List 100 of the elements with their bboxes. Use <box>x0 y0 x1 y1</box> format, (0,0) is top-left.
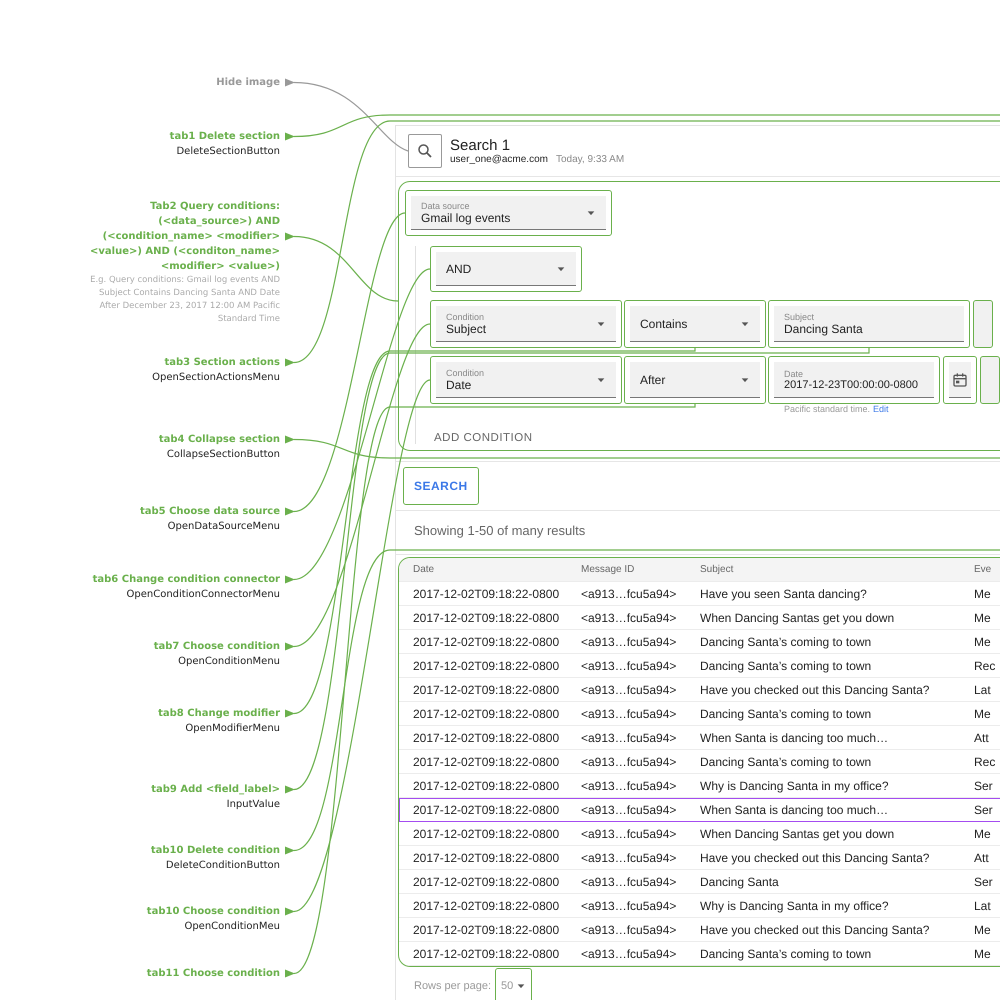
column-header: Message ID <box>581 564 636 575</box>
field-value: After <box>640 372 666 386</box>
table-row[interactable]: 2017-12-02T09:18:22-0800 <a913…fcu5a94> Why is Dancing Santa in my office? Lat <box>399 894 1000 918</box>
table-row[interactable]: 2017-12-02T09:18:22-0800 <a913…fcu5a94> Have you seen Santa dancing? Me <box>399 582 1000 606</box>
field-value: Date <box>446 378 472 392</box>
table-cell: Ser <box>974 874 993 888</box>
annotation-title: tab1 Delete section <box>168 130 280 144</box>
table-cell-text: 2017-12-02T09:18:22-0800 <box>412 634 560 648</box>
search-title: Search 1 <box>450 137 512 154</box>
table-row[interactable]: 2017-12-02T09:18:22-0800 <a913…fcu5a94> When Dancing Santas get you down Me <box>399 606 1000 630</box>
table-row[interactable]: 2017-12-02T09:18:22-0800 <a913…fcu5a94> Dancing Santa’s coming to town Me <box>399 702 1000 726</box>
table-cell-text: Have you checked out this Dancing Santa? <box>700 850 930 864</box>
table-cell-text: 2017-12-02T09:18:22-0800 <box>412 826 560 840</box>
table-cell: Att <box>974 850 989 864</box>
annotation-code: OpenConditionMeu <box>183 920 280 934</box>
table-cell-text: <a913…fcu5a94> <box>581 850 678 864</box>
table-cell-text: 2017-12-02T09:18:22-0800 <box>412 706 560 720</box>
table-cell: Lat <box>974 898 991 912</box>
table-row[interactable]: 2017-12-02T09:18:22-0800 <a913…fcu5a94> When Santa is dancing too much… Ser <box>399 798 1000 822</box>
table-cell-text: Why is Dancing Santa in my office? <box>700 898 890 912</box>
annotation-label: Hide image <box>215 76 280 90</box>
annotation-code: InputValue <box>226 798 280 812</box>
field-label: Condition <box>446 312 486 322</box>
column-header: Eve <box>974 564 992 575</box>
annotation-title: tab6 Change condition connector <box>92 573 280 587</box>
table-cell-text: <a913…fcu5a94> <box>581 586 678 600</box>
table-cell-text: <a913…fcu5a94> <box>581 898 678 912</box>
table-cell-text: Why is Dancing Santa in my office? <box>700 778 890 792</box>
annotation-title: tab9 Add <field_label> <box>150 783 280 797</box>
table-cell-text: <a913…fcu5a94> <box>581 922 678 936</box>
field-label: Subject <box>784 312 816 322</box>
table-row[interactable]: 2017-12-02T09:18:22-0800 <a913…fcu5a94> Have you checked out this Dancing Santa? Lat <box>399 678 1000 702</box>
table-cell-text: 2017-12-02T09:18:22-0800 <box>412 850 560 864</box>
annotation-title: tab7 Choose condition <box>152 640 280 654</box>
rows-per-page-label: Rows per page: <box>414 980 492 992</box>
condition-dropdown[interactable]: Condition Date <box>436 362 616 398</box>
table-cell-text: <a913…fcu5a94> <box>581 682 678 696</box>
table-cell-text: <a913…fcu5a94> <box>581 826 678 840</box>
table-cell-text: 2017-12-02T09:18:22-0800 <box>412 874 560 888</box>
table-cell: Me <box>974 706 991 720</box>
table-cell-text: When Dancing Santas get you down <box>700 610 896 624</box>
table-cell-text: <a913…fcu5a94> <box>581 874 678 888</box>
table-cell-text: When Santa is dancing too much… <box>700 802 890 816</box>
table-cell-text: 2017-12-02T09:18:22-0800 <box>412 730 560 744</box>
modifier-dropdown[interactable]: Contains <box>630 306 760 342</box>
calendar-button[interactable] <box>949 362 971 398</box>
field-label: Condition <box>446 368 484 378</box>
table-row[interactable]: 2017-12-02T09:18:22-0800 <a913…fcu5a94> Why is Dancing Santa in my office? Ser <box>399 774 1000 798</box>
table-cell: Me <box>974 634 991 648</box>
table-cell-text: 2017-12-02T09:18:22-0800 <box>412 802 560 816</box>
modifier-dropdown[interactable]: After <box>630 362 760 398</box>
annotation-code: CollapseSectionButton <box>166 448 280 462</box>
condition-dropdown[interactable]: Condition Subject <box>436 306 616 342</box>
table-cell-text: <a913…fcu5a94> <box>581 706 678 720</box>
value-field[interactable]: Subject Dancing Santa <box>774 306 964 342</box>
table-row[interactable]: 2017-12-02T09:18:22-0800 <a913…fcu5a94> Dancing Santa’s coming to town Rec <box>399 654 1000 678</box>
table-cell-text: 2017-12-02T09:18:22-0800 <box>412 754 560 768</box>
edit-link[interactable]: Edit <box>873 404 889 414</box>
table-cell: Me <box>974 946 991 960</box>
table-cell-text: 2017-12-02T09:18:22-0800 <box>412 682 560 696</box>
timezone-hint: Pacific standard time. <box>784 404 870 414</box>
table-row[interactable]: 2017-12-02T09:18:22-0800 <a913…fcu5a94> Dancing Santa’s coming to town Me <box>399 630 1000 654</box>
column-header: Date <box>412 564 436 575</box>
annotation-title: tab4 Collapse section <box>158 433 280 447</box>
table-cell-text: <a913…fcu5a94> <box>581 778 678 792</box>
annotation-code: OpenConditionMenu <box>177 655 280 669</box>
table-cell: Att <box>974 730 989 744</box>
search-button[interactable]: SEARCH <box>403 467 479 505</box>
add-condition-button[interactable]: ADD CONDITION <box>430 422 536 444</box>
data-source-dropdown[interactable]: Data source Gmail log events <box>411 196 606 230</box>
table-cell-text: 2017-12-02T09:18:22-0800 <box>412 946 560 960</box>
results-summary: Showing 1-50 of many results <box>396 511 1000 555</box>
annotation-code: OpenConditionConnectorMenu <box>126 588 280 602</box>
table-row[interactable]: 2017-12-02T09:18:22-0800 <a913…fcu5a94> When Santa is dancing too much… Att <box>399 726 1000 750</box>
field-value: Dancing Santa <box>784 322 863 336</box>
table-cell: Rec <box>974 754 996 768</box>
annotation-title: tab3 Section actions <box>163 356 280 370</box>
table-row[interactable]: 2017-12-02T09:18:22-0800 <a913…fcu5a94> Dancing Santa Ser <box>399 870 1000 894</box>
connector-dropdown[interactable]: AND <box>436 252 576 286</box>
table-row[interactable]: 2017-12-02T09:18:22-0800 <a913…fcu5a94> When Dancing Santas get you down Me <box>399 822 1000 846</box>
table-cell: Me <box>974 610 991 624</box>
annotation-code: DeleteSectionButton <box>175 145 280 159</box>
table-cell: Me <box>974 586 991 600</box>
annotation-title: Tab2 Query conditions: (<data_source>) AND (<condition_name> <modifier> <value>) AND (<conditon_name> <modifier> <value>) <box>89 200 280 274</box>
table-cell-text: <a913…fcu5a94> <box>581 730 678 744</box>
search-button[interactable] <box>408 134 442 168</box>
calendar-icon <box>952 372 968 388</box>
table-row[interactable]: 2017-12-02T09:18:22-0800 <a913…fcu5a94> Have you checked out this Dancing Santa? Att <box>399 846 1000 870</box>
table-cell-text: When Dancing Santas get you down <box>700 826 896 840</box>
table-row[interactable]: 2017-12-02T09:18:22-0800 <a913…fcu5a94> Dancing Santa’s coming to town Rec <box>399 750 1000 774</box>
table-cell-text: <a913…fcu5a94> <box>581 658 678 672</box>
annotation-code: OpenSectionActionsMenu <box>151 371 280 385</box>
table-cell-text: 2017-12-02T09:18:22-0800 <box>412 922 560 936</box>
value-field[interactable]: Date 2017-12-23T00:00:00-0800 <box>774 362 934 398</box>
table-cell-text: 2017-12-02T09:18:22-0800 <box>412 658 560 672</box>
field-value: Gmail log events <box>421 210 510 224</box>
annotation-code: OpenDataSourceMenu <box>166 520 280 534</box>
table-row[interactable]: 2017-12-02T09:18:22-0800 <a913…fcu5a94> Dancing Santa’s coming to town Me <box>399 942 1000 966</box>
table-row[interactable]: 2017-12-02T09:18:22-0800 <a913…fcu5a94> Have you checked out this Dancing Santa? Me <box>399 918 1000 942</box>
annotation-code: OpenModifierMenu <box>184 722 280 736</box>
